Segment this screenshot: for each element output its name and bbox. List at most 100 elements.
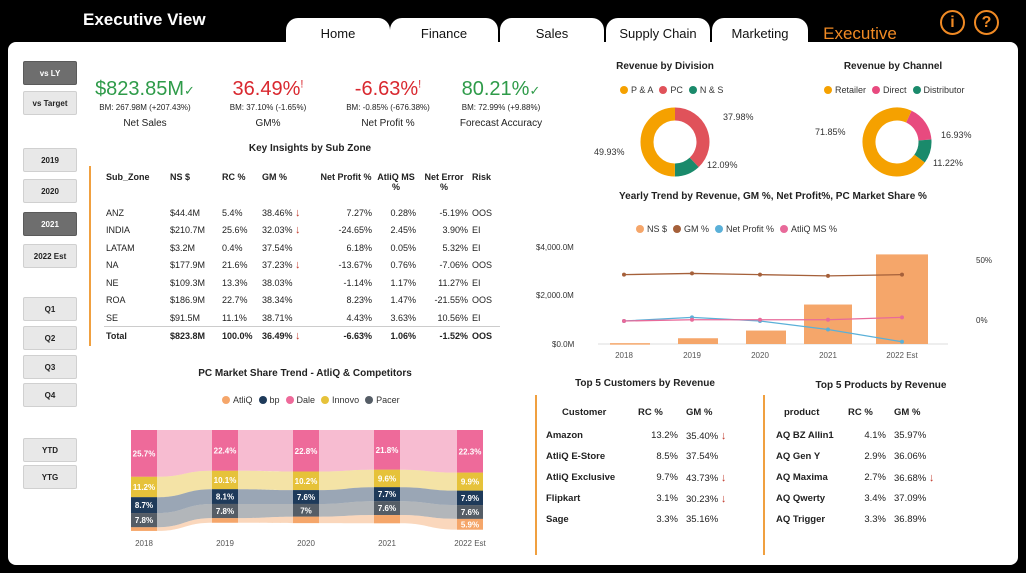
legend-item[interactable]: NS $ — [636, 224, 667, 234]
table-row[interactable]: NA $177.9M 21.6% 37.23% ↓ -13.67% 0.76% … — [104, 257, 500, 275]
cell-rc: 13.2% — [651, 430, 678, 441]
cell-gm: 37.09% — [894, 493, 927, 504]
cell-name: AQ Maxima — [776, 472, 828, 483]
table-row[interactable]: AQ Qwerty 3.4% 37.09% — [772, 488, 958, 509]
table-row[interactable]: AQ BZ Allin1 4.1% 35.97% — [772, 425, 958, 446]
legend-item[interactable]: N & S — [688, 85, 723, 95]
market-share-segment[interactable] — [293, 516, 319, 524]
slicer-year-2020[interactable]: 2020 — [23, 179, 77, 203]
key-insights-table: Sub_Zone NS $ RC % GM % Net Profit % Atl… — [104, 172, 500, 344]
table-row[interactable]: LATAM $3.2M 0.4% 37.54% 6.18% 0.05% 5.32… — [104, 239, 500, 257]
cell-name: AtliQ Exclusive — [546, 472, 616, 483]
series-point[interactable] — [900, 339, 904, 344]
cell-rc: 3.4% — [864, 493, 886, 504]
table-row[interactable]: AtliQ E-Store 8.5% 37.54% — [542, 446, 746, 467]
table-row[interactable]: Sage 3.3% 35.16% — [542, 509, 746, 530]
bar-ns[interactable] — [746, 330, 786, 344]
legend-item[interactable]: AtliQ — [222, 395, 253, 405]
slicer-year-2022-est[interactable]: 2022 Est — [23, 244, 77, 268]
cell-ne: 11.27% — [438, 277, 468, 288]
donut-slice[interactable] — [905, 110, 932, 141]
bar-ns[interactable] — [876, 254, 928, 344]
legend-item[interactable]: Direct — [872, 85, 907, 95]
slicer-q2[interactable]: Q2 — [23, 326, 77, 350]
slicer-q4[interactable]: Q4 — [23, 383, 77, 407]
table-row[interactable]: NE $109.3M 13.3% 38.03% -1.14% 1.17% 11.… — [104, 274, 500, 292]
cell-risk: EI — [472, 242, 481, 253]
series-point[interactable] — [826, 317, 830, 322]
table-row[interactable]: AQ Trigger 3.3% 36.89% — [772, 509, 958, 530]
table-total-row[interactable]: Total $823.8M 100.0% 36.49% ↓ -6.63% 1.0… — [104, 326, 500, 344]
slicer-vs-ly[interactable]: vs LY — [23, 61, 77, 85]
cell-name: Amazon — [546, 430, 583, 441]
series-point[interactable] — [826, 327, 830, 332]
bar-ns[interactable] — [610, 343, 650, 345]
slicer-ytg[interactable]: YTG — [23, 465, 77, 489]
cell-zone: SE — [106, 312, 119, 323]
legend-item[interactable]: PC — [659, 85, 683, 95]
legend-item[interactable]: P & A — [620, 85, 653, 95]
slicer-ytd[interactable]: YTD — [23, 438, 77, 462]
table-row[interactable]: SE $91.5M 11.1% 38.71% 4.43% 3.63% 10.56… — [104, 309, 500, 327]
series-point[interactable] — [758, 317, 762, 322]
x-tick-label: 2019 — [683, 351, 701, 360]
cell-ms: 1.17% — [390, 277, 416, 288]
series-point[interactable] — [622, 272, 626, 277]
series-point[interactable] — [758, 272, 762, 277]
cell-gm: 38.34% — [262, 295, 293, 306]
col-header: product — [784, 406, 820, 418]
donut-slice[interactable] — [914, 139, 932, 163]
series-point[interactable] — [826, 273, 830, 278]
legend-item[interactable]: Pacer — [365, 395, 400, 405]
cell-rc: 3.3% — [656, 514, 678, 525]
series-point[interactable] — [690, 271, 694, 276]
down-arrow-icon: ↓ — [295, 329, 301, 342]
info-icon[interactable]: i — [940, 10, 965, 35]
donut-slice[interactable] — [674, 157, 699, 177]
slicer-q3[interactable]: Q3 — [23, 355, 77, 379]
slicer-year-2021[interactable]: 2021 — [23, 212, 77, 236]
market-share-segment[interactable] — [131, 527, 157, 531]
x-tick-label: 2021 — [819, 351, 837, 360]
col-header: AtliQ MS % — [377, 172, 415, 192]
donut-slice[interactable] — [640, 107, 676, 177]
series-point[interactable] — [900, 272, 904, 277]
table-row[interactable]: Flipkart 3.1% 30.23% ↓ — [542, 488, 746, 509]
market-share-segment[interactable] — [212, 518, 238, 523]
slicer-year-2019[interactable]: 2019 — [23, 148, 77, 172]
bar-ns[interactable] — [678, 338, 718, 344]
col-header: GM % — [686, 406, 713, 418]
legend-item[interactable]: bp — [258, 395, 280, 405]
series-line[interactable] — [623, 272, 903, 277]
legend-item[interactable]: AtliQ MS % — [780, 224, 837, 234]
legend-item[interactable]: Dale — [285, 395, 315, 405]
series-point[interactable] — [622, 319, 626, 323]
slicer-vs-target[interactable]: vs Target — [23, 91, 77, 115]
legend-item[interactable]: Innovo — [321, 395, 359, 405]
legend-item[interactable]: GM % — [673, 224, 709, 234]
kpi-label: Forecast Accuracy — [459, 118, 543, 129]
table-row[interactable]: AQ Maxima 2.7% 36.68% ↓ — [772, 467, 958, 488]
donut-slice[interactable] — [674, 107, 710, 168]
slicer-q1[interactable]: Q1 — [23, 297, 77, 321]
table-row[interactable]: INDIA $210.7M 25.6% 32.03% ↓ -24.65% 2.4… — [104, 222, 500, 240]
market-share-segment[interactable] — [374, 515, 400, 524]
cell-ne: 5.32% — [442, 242, 468, 253]
bar-ns[interactable] — [804, 304, 852, 344]
cell-rc: 9.7% — [656, 472, 678, 483]
table-row[interactable]: ANZ $44.4M 5.4% 38.46% ↓ 7.27% 0.28% -5.… — [104, 204, 500, 222]
series-point[interactable] — [690, 317, 694, 322]
help-icon[interactable]: ? — [974, 10, 999, 35]
legend-item[interactable]: Retailer — [824, 85, 866, 95]
legend-item[interactable]: Distributor — [912, 85, 965, 95]
series-point[interactable] — [900, 315, 904, 320]
cell-name: AQ BZ Allin1 — [776, 430, 834, 441]
cell-ns: $3.2M — [170, 242, 196, 253]
table-row[interactable]: Amazon 13.2% 35.40% ↓ — [542, 425, 746, 446]
legend-item[interactable]: Net Profit % — [715, 224, 774, 234]
table-row[interactable]: ROA $186.9M 22.7% 38.34% 8.23% 1.47% -21… — [104, 292, 500, 310]
table-row[interactable]: AtliQ Exclusive 9.7% 43.73% ↓ — [542, 467, 746, 488]
table-row[interactable]: AQ Gen Y 2.9% 36.06% — [772, 446, 958, 467]
cell-ns: $177.9M — [170, 260, 206, 271]
x-tick-label: 2018 — [135, 539, 153, 548]
